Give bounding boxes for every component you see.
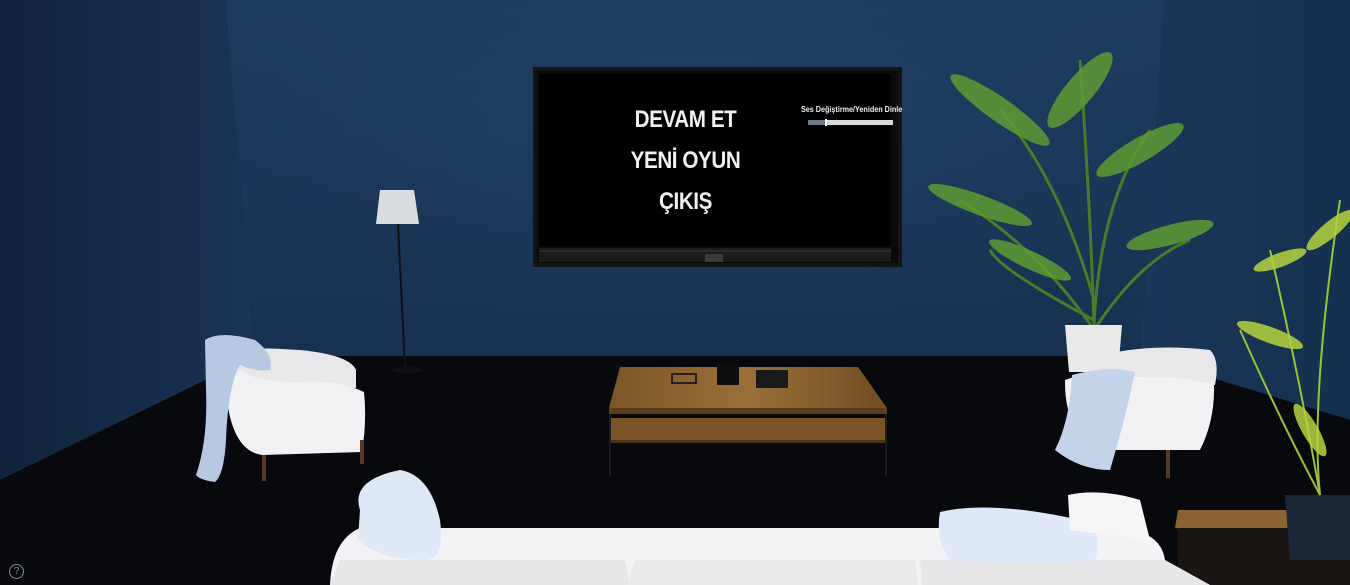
exit-button[interactable]: ÇIKIŞ: [560, 188, 812, 216]
volume-slider-fill: [808, 120, 825, 125]
tv-screen-menu: DEVAM ET YENİ OYUN ÇIKIŞ Ses Değiştirme/…: [539, 74, 903, 246]
volume-slider[interactable]: [808, 119, 893, 126]
volume-slider-handle[interactable]: [825, 119, 827, 126]
tv-logo: [705, 254, 723, 262]
continue-button[interactable]: DEVAM ET: [560, 106, 812, 134]
volume-label: Ses Değiştirme/Yeniden Dinle: [801, 105, 903, 114]
help-icon[interactable]: ?: [9, 564, 24, 579]
new-game-button[interactable]: YENİ OYUN: [560, 147, 812, 175]
game-scene: DEVAM ET YENİ OYUN ÇIKIŞ Ses Değiştirme/…: [0, 0, 1350, 585]
